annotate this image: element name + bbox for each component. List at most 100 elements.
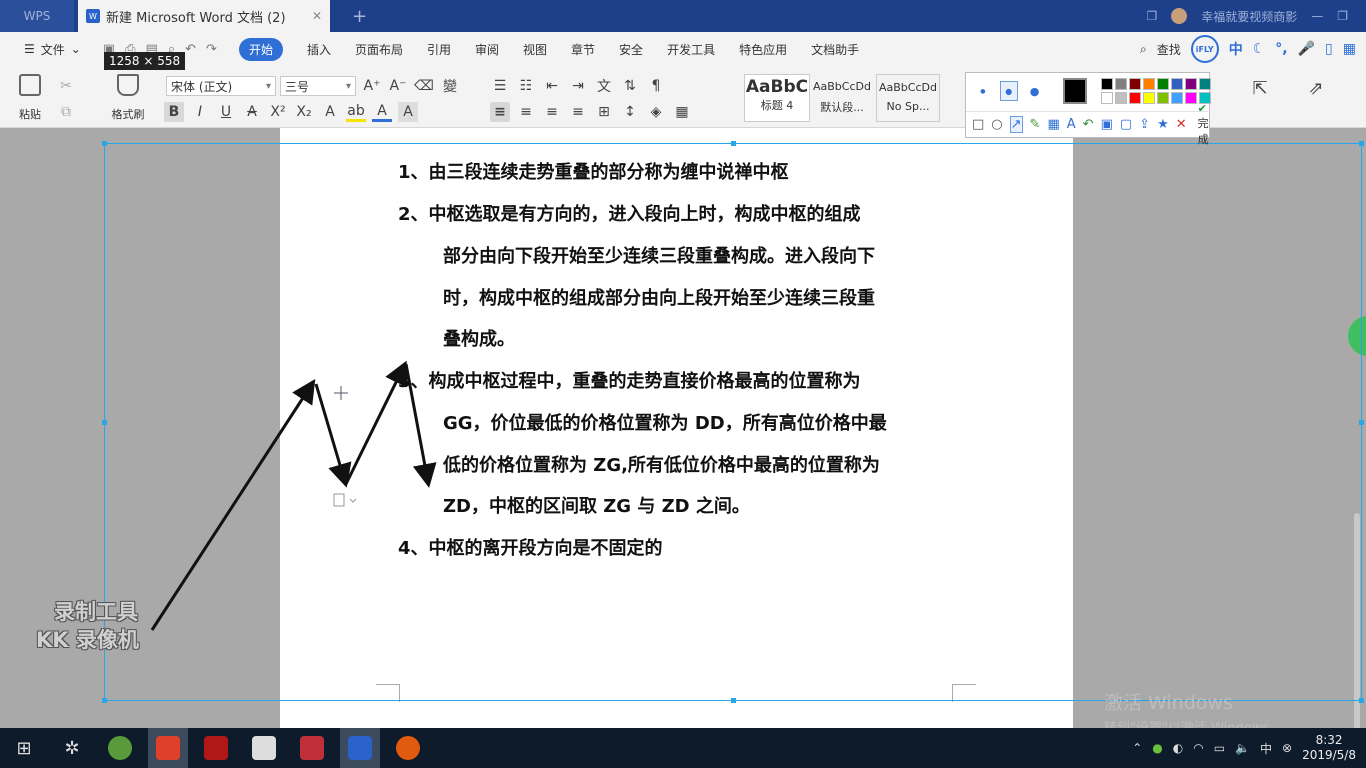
favorite-capture-icon[interactable]: ★ bbox=[1157, 117, 1169, 132]
text-effect-button[interactable]: A bbox=[320, 102, 340, 122]
microphone-icon[interactable]: 🎤 bbox=[1298, 41, 1315, 57]
color-swatch-8[interactable] bbox=[1101, 92, 1113, 104]
italic-button[interactable]: I bbox=[190, 102, 210, 122]
mosaic-tool-icon[interactable]: ▦ bbox=[1047, 117, 1059, 132]
align-right-button[interactable]: ≡ bbox=[542, 102, 562, 122]
doc-line-9[interactable]: ZD，中枢的区间取 ZG 与 ZD 之间。 bbox=[443, 492, 750, 518]
style-no-spacing[interactable]: AaBbCcDd No Sp... bbox=[876, 74, 940, 122]
menu-file[interactable]: ☰ 文件 ⌄ bbox=[12, 32, 93, 66]
color-swatch-12[interactable] bbox=[1157, 92, 1169, 104]
highlight-button[interactable]: ab bbox=[346, 102, 366, 122]
strikethrough-button[interactable]: A bbox=[242, 102, 262, 122]
color-swatch-14[interactable] bbox=[1185, 92, 1197, 104]
battery-icon[interactable]: ▭ bbox=[1214, 741, 1225, 755]
copy-icon[interactable]: ⧉ bbox=[56, 102, 76, 122]
select-pointer-icon[interactable]: ⇱ bbox=[1250, 78, 1270, 99]
color-swatch-3[interactable] bbox=[1143, 78, 1155, 90]
done-button[interactable]: ✔ 完成 bbox=[1198, 102, 1211, 147]
tab-page-layout[interactable]: 页面布局 bbox=[343, 32, 415, 66]
tab-section[interactable]: 章节 bbox=[559, 32, 607, 66]
tab-document[interactable]: W 新建 Microsoft Word 文档 (2) ✕ bbox=[78, 0, 330, 32]
undo-annotation-icon[interactable]: ↶ bbox=[1083, 117, 1094, 132]
doc-line-8[interactable]: 低的价格位置称为 ZG,所有低位价格中最高的位置称为 bbox=[443, 451, 880, 477]
color-swatch-0[interactable] bbox=[1101, 78, 1113, 90]
brush-size-medium[interactable]: ● bbox=[999, 81, 1018, 101]
font-color-button[interactable]: A bbox=[372, 102, 392, 122]
avatar[interactable] bbox=[1171, 8, 1188, 24]
doc-line-5[interactable]: 叠构成。 bbox=[443, 325, 515, 351]
close-tray-icon[interactable]: ⊗ bbox=[1282, 741, 1292, 755]
font-name-select[interactable]: 宋体 (正文) bbox=[166, 76, 276, 96]
bullet-list-icon[interactable]: ☰ bbox=[490, 76, 510, 96]
text-tool-icon[interactable]: A bbox=[1067, 117, 1076, 132]
share-icon[interactable]: ⇗ bbox=[1306, 78, 1326, 99]
arrow-tool-icon[interactable]: ↗ bbox=[1009, 116, 1023, 133]
tab-security[interactable]: 安全 bbox=[607, 32, 655, 66]
close-tab-icon[interactable]: ✕ bbox=[312, 9, 322, 23]
color-swatch-7[interactable] bbox=[1199, 78, 1211, 90]
app-icon-wps-writer[interactable] bbox=[340, 728, 380, 768]
search-icon[interactable]: ⌕ bbox=[1140, 42, 1147, 57]
justify-button[interactable]: ≡ bbox=[568, 102, 588, 122]
redo-icon[interactable]: ↷ bbox=[206, 42, 217, 57]
app-icon-game[interactable] bbox=[388, 728, 428, 768]
align-left-button[interactable]: ≡ bbox=[490, 102, 510, 122]
tab-doc-assistant[interactable]: 文档助手 bbox=[799, 32, 871, 66]
char-shading-button[interactable]: A bbox=[398, 102, 418, 122]
minimize-icon[interactable]: — bbox=[1311, 9, 1323, 23]
save-capture-icon[interactable]: ▣ bbox=[1101, 117, 1113, 132]
color-swatch-2[interactable] bbox=[1129, 78, 1141, 90]
grow-font-icon[interactable]: A⁺ bbox=[362, 76, 382, 96]
superscript-button[interactable]: X² bbox=[268, 102, 288, 122]
moon-icon[interactable]: ☾ bbox=[1253, 41, 1266, 57]
ime-icon[interactable]: 中 bbox=[1260, 740, 1272, 757]
restore-icon[interactable]: ❐ bbox=[1337, 9, 1348, 23]
brush-size-large[interactable]: ● bbox=[1026, 81, 1044, 101]
color-swatch-9[interactable] bbox=[1115, 92, 1127, 104]
brush-size-small[interactable]: ● bbox=[974, 81, 992, 101]
color-swatch-1[interactable] bbox=[1115, 78, 1127, 90]
tab-developer[interactable]: 开发工具 bbox=[655, 32, 727, 66]
increase-indent-icon[interactable]: ⇥ bbox=[568, 76, 588, 96]
align-center-button[interactable]: ≡ bbox=[516, 102, 536, 122]
tray-up-chevron-icon[interactable]: ⌃ bbox=[1132, 741, 1142, 755]
doc-line-6[interactable]: 3、构成中枢过程中，重叠的走势直接价格最高的位置称为 bbox=[398, 367, 861, 393]
clock[interactable]: 8:32 2019/5/8 bbox=[1302, 733, 1356, 763]
tab-insert[interactable]: 插入 bbox=[295, 32, 343, 66]
windows-start-icon[interactable]: ⊞ bbox=[4, 728, 44, 768]
pin-capture-icon[interactable]: ▢ bbox=[1120, 117, 1132, 132]
tray-app-icon[interactable]: ◐ bbox=[1173, 741, 1183, 755]
tray-green-app-icon[interactable]: ● bbox=[1152, 741, 1162, 755]
underline-button[interactable]: U bbox=[216, 102, 236, 122]
shading-button[interactable]: ◈ bbox=[646, 102, 666, 122]
bold-button[interactable]: B bbox=[164, 102, 184, 122]
share-capture-icon[interactable]: ⇪ bbox=[1139, 117, 1150, 132]
floating-assistant-icon[interactable] bbox=[1348, 316, 1366, 356]
doc-line-3[interactable]: 部分由向下段开始至少连续三段重叠构成。进入段向下 bbox=[443, 242, 875, 268]
app-icon-pinwheel[interactable]: ✲ bbox=[52, 728, 92, 768]
distribute-button[interactable]: ⊞ bbox=[594, 102, 614, 122]
chinese-layout-icon[interactable]: 文 bbox=[594, 76, 614, 96]
skin-box-icon[interactable]: ▯ bbox=[1325, 41, 1333, 57]
user-name[interactable]: 幸福就要视频商影 bbox=[1201, 8, 1297, 25]
app-icon-globe[interactable] bbox=[100, 728, 140, 768]
ellipse-tool-icon[interactable]: ○ bbox=[991, 117, 1002, 132]
color-swatch-4[interactable] bbox=[1157, 78, 1169, 90]
app-icon-video[interactable] bbox=[196, 728, 236, 768]
skin-icon[interactable]: ❐ bbox=[1146, 9, 1157, 23]
undo-icon[interactable]: ↶ bbox=[185, 42, 196, 57]
doc-line-7[interactable]: GG，价位最低的价格位置称为 DD，所有高位价格中最 bbox=[443, 409, 887, 435]
color-swatch-13[interactable] bbox=[1171, 92, 1183, 104]
numbered-list-icon[interactable]: ☷ bbox=[516, 76, 536, 96]
doc-line-1[interactable]: 1、由三段连续走势重叠的部分称为缠中说禅中枢 bbox=[398, 158, 789, 184]
grid-menu-icon[interactable]: ▦ bbox=[1343, 41, 1356, 57]
app-icon-stock[interactable] bbox=[244, 728, 284, 768]
cancel-capture-icon[interactable]: ✕ bbox=[1176, 117, 1187, 132]
ime-chinese-toggle[interactable]: 中 bbox=[1229, 39, 1243, 59]
vertical-scrollbar[interactable] bbox=[1354, 513, 1360, 763]
font-size-select[interactable]: 三号 bbox=[280, 76, 356, 96]
line-spacing-button[interactable]: ↕ bbox=[620, 102, 640, 122]
style-default[interactable]: AaBbCcDd 默认段... bbox=[810, 74, 874, 122]
color-swatch-11[interactable] bbox=[1143, 92, 1155, 104]
current-color-swatch[interactable] bbox=[1063, 78, 1087, 104]
